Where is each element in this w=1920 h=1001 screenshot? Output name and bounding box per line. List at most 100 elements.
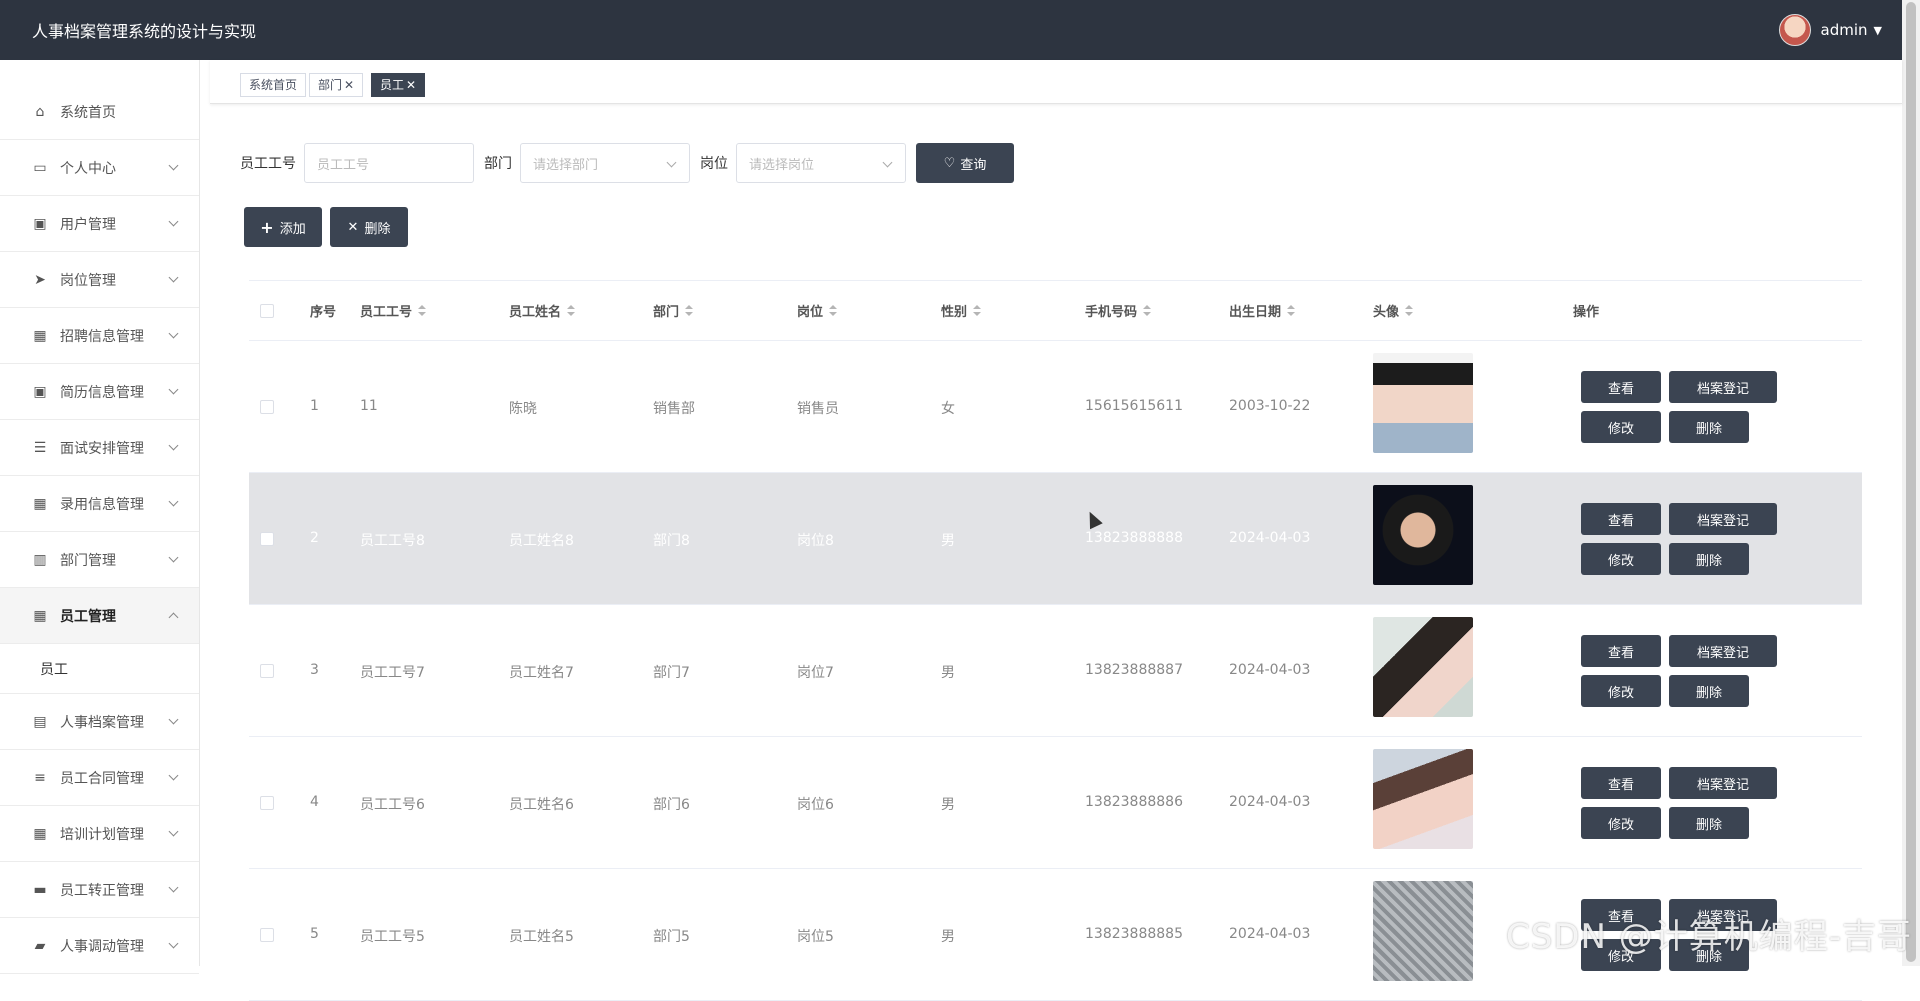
delete-row-button[interactable]: 删除	[1669, 411, 1749, 443]
sidebar-item-archive[interactable]: ▤ 人事档案管理	[0, 694, 199, 750]
post-label: 岗位	[700, 153, 728, 173]
view-button[interactable]: 查看	[1581, 635, 1661, 667]
sort-icon[interactable]	[1287, 305, 1295, 317]
table-row[interactable]: 4 员工工号6 员工姓名6 部门6 岗位6 男 13823888886 2024…	[249, 737, 1862, 869]
sidebar-item-interview[interactable]: ☰ 面试安排管理	[0, 420, 199, 476]
cell-phone: 15615615611	[1085, 398, 1183, 414]
delete-row-button[interactable]: 删除	[1669, 543, 1749, 575]
col-emp-name[interactable]: 员工姓名	[509, 301, 575, 320]
cell-index: 1	[310, 398, 319, 414]
sidebar-item-regular[interactable]: ▬ 员工转正管理	[0, 862, 199, 918]
select-all-checkbox[interactable]	[260, 304, 274, 318]
cell-post: 岗位8	[797, 530, 834, 550]
table-row[interactable]: 3 员工工号7 员工姓名7 部门7 岗位7 男 13823888887 2024…	[249, 605, 1862, 737]
sort-icon[interactable]	[1143, 305, 1151, 317]
delete-row-button[interactable]: 删除	[1669, 675, 1749, 707]
view-button[interactable]: 查看	[1581, 767, 1661, 799]
emp-no-input[interactable]: 员工工号	[304, 143, 474, 183]
edit-button[interactable]: 修改	[1581, 807, 1661, 839]
page-scrollbar[interactable]	[1902, 0, 1920, 966]
sidebar-item-resume[interactable]: ▣ 简历信息管理	[0, 364, 199, 420]
sidebar-item-profile[interactable]: ▭ 个人中心	[0, 140, 199, 196]
tag-department[interactable]: 部门✕	[309, 73, 363, 97]
delete-row-button[interactable]: 删除	[1669, 807, 1749, 839]
edit-button[interactable]: 修改	[1581, 411, 1661, 443]
row-checkbox[interactable]	[260, 928, 274, 942]
sort-icon[interactable]	[973, 305, 981, 317]
top-header: 人事档案管理系统的设计与实现 admin ▼	[0, 0, 1902, 60]
row-checkbox[interactable]	[260, 796, 274, 810]
edit-button[interactable]: 修改	[1581, 675, 1661, 707]
cell-index: 4	[310, 794, 319, 810]
sidebar-subitem-employee[interactable]: 员工	[0, 644, 199, 694]
sort-icon[interactable]	[1405, 305, 1413, 317]
archive-button[interactable]: 档案登记	[1669, 635, 1777, 667]
delete-button[interactable]: ✕ 删除	[330, 207, 408, 247]
col-birth[interactable]: 出生日期	[1229, 301, 1295, 320]
cell-emp-name: 员工姓名8	[509, 530, 574, 550]
caret-down-icon[interactable]: ▼	[1874, 24, 1882, 37]
view-button[interactable]: 查看	[1581, 503, 1661, 535]
col-sex[interactable]: 性别	[941, 301, 981, 320]
row-checkbox[interactable]	[260, 532, 274, 546]
col-post[interactable]: 岗位	[797, 301, 837, 320]
col-phone[interactable]: 手机号码	[1085, 301, 1151, 320]
sort-icon[interactable]	[567, 305, 575, 317]
dept-select[interactable]: 请选择部门	[520, 143, 690, 183]
close-icon[interactable]: ✕	[344, 78, 354, 92]
close-icon[interactable]: ✕	[406, 78, 416, 92]
sort-icon[interactable]	[829, 305, 837, 317]
sidebar-item-label: 用户管理	[60, 214, 116, 234]
sidebar-item-posts[interactable]: ➤ 岗位管理	[0, 252, 199, 308]
archive-button[interactable]: 档案登记	[1669, 767, 1777, 799]
username[interactable]: admin	[1821, 21, 1868, 39]
grid-icon: ▦	[32, 826, 48, 842]
employee-photo[interactable]	[1373, 353, 1473, 453]
emp-no-placeholder: 员工工号	[317, 154, 369, 173]
cell-birth: 2024-04-03	[1229, 926, 1310, 942]
sidebar-item-label: 岗位管理	[60, 270, 116, 290]
query-button[interactable]: ♡ 查询	[916, 143, 1014, 183]
table-row[interactable]: 2 员工工号8 员工姓名8 部门8 岗位8 男 13823888888 2024…	[249, 473, 1862, 605]
add-button[interactable]: + 添加	[244, 207, 322, 247]
sidebar-item-department[interactable]: ▥ 部门管理	[0, 532, 199, 588]
col-emp-no[interactable]: 员工工号	[360, 301, 426, 320]
cell-dept: 部门6	[653, 794, 690, 814]
user-menu[interactable]: admin ▼	[1779, 14, 1882, 46]
cell-dept: 部门7	[653, 662, 690, 682]
table-row[interactable]: 1 11 陈晓 销售部 销售员 女 15615615611 2003-10-22…	[249, 341, 1862, 473]
chevron-down-icon	[169, 715, 179, 725]
sidebar-item-employee[interactable]: ▦ 员工管理	[0, 588, 199, 644]
scrollbar-thumb[interactable]	[1906, 2, 1916, 962]
sidebar-item-training[interactable]: ▦ 培训计划管理	[0, 806, 199, 862]
sidebar-item-contract[interactable]: ≡ 员工合同管理	[0, 750, 199, 806]
sort-icon[interactable]	[685, 305, 693, 317]
cell-dept: 部门5	[653, 926, 690, 946]
sidebar-item-home[interactable]: ⌂ 系统首页	[0, 84, 199, 140]
post-select[interactable]: 请选择岗位	[736, 143, 906, 183]
employee-photo[interactable]	[1373, 749, 1473, 849]
col-photo[interactable]: 头像	[1373, 301, 1413, 320]
cell-emp-no: 员工工号7	[360, 662, 425, 682]
sort-icon[interactable]	[418, 305, 426, 317]
query-label: 查询	[960, 154, 986, 173]
edit-button[interactable]: 修改	[1581, 543, 1661, 575]
tag-home[interactable]: 系统首页	[240, 73, 306, 97]
employee-table: 序号 员工工号 员工姓名 部门 岗位 性别 手机号码 出生日期 头像 操作 1 …	[249, 280, 1862, 1001]
sidebar-item-recruit[interactable]: ▦ 招聘信息管理	[0, 308, 199, 364]
sidebar-item-hire[interactable]: ▦ 录用信息管理	[0, 476, 199, 532]
row-checkbox[interactable]	[260, 400, 274, 414]
employee-photo[interactable]	[1373, 617, 1473, 717]
clipboard-icon: ▣	[32, 216, 48, 232]
sidebar-item-users[interactable]: ▣ 用户管理	[0, 196, 199, 252]
cell-phone: 13823888887	[1085, 662, 1183, 678]
archive-button[interactable]: 档案登记	[1669, 503, 1777, 535]
view-button[interactable]: 查看	[1581, 371, 1661, 403]
row-checkbox[interactable]	[260, 664, 274, 678]
col-dept[interactable]: 部门	[653, 301, 693, 320]
employee-photo[interactable]	[1373, 485, 1473, 585]
tag-employee[interactable]: 员工✕	[371, 73, 425, 97]
archive-button[interactable]: 档案登记	[1669, 371, 1777, 403]
employee-photo[interactable]	[1373, 881, 1473, 981]
user-avatar[interactable]	[1779, 14, 1811, 46]
